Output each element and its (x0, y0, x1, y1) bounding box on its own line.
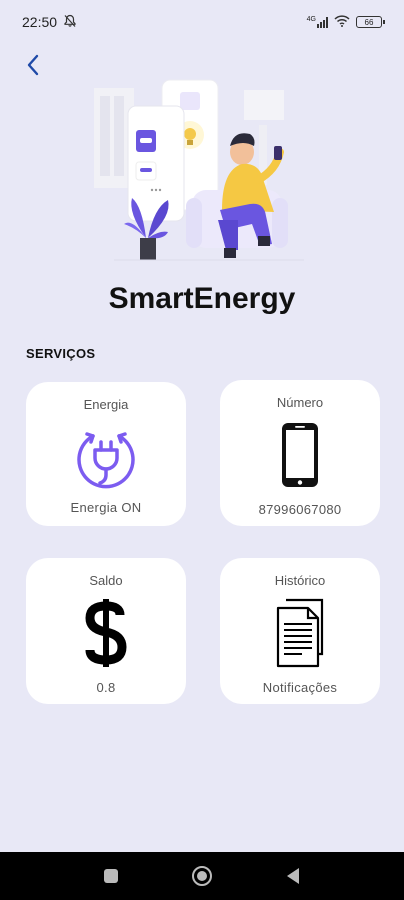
card-saldo[interactable]: Saldo 0.8 (26, 558, 186, 704)
card-value: Energia ON (70, 500, 142, 515)
hero-illustration (44, 70, 360, 270)
battery-level: 66 (364, 17, 374, 27)
card-historico[interactable]: Histórico Notificações (220, 558, 380, 704)
network-type: 4G (306, 16, 316, 23)
signal-icon: 4G (307, 16, 328, 28)
section-label-services: SERVIÇOS (26, 346, 96, 361)
home-button[interactable] (191, 865, 213, 887)
back-nav-button[interactable] (285, 867, 301, 885)
home-circle-icon (192, 866, 212, 886)
smartphone-icon (278, 420, 322, 490)
card-energia[interactable]: Energia Energia ON (26, 382, 186, 526)
triangle-back-icon (287, 868, 299, 884)
card-value: Notificações (262, 680, 338, 695)
clock: 22:50 (22, 14, 58, 30)
system-nav-bar (0, 852, 404, 900)
card-title: Histórico (274, 573, 326, 588)
wifi-icon (334, 14, 350, 30)
square-icon (104, 869, 118, 883)
status-bar: 22:50 4G 66 (0, 0, 404, 44)
power-plug-icon (73, 422, 139, 492)
battery-icon: 66 (356, 16, 385, 28)
card-value: 87996067080 (258, 502, 342, 517)
card-numero[interactable]: Número 87996067080 (220, 380, 380, 526)
card-title: Número (276, 395, 324, 410)
card-title: Energia (83, 397, 129, 412)
dollar-icon (84, 598, 128, 668)
bell-muted-icon (63, 14, 77, 31)
card-title: Saldo (89, 573, 123, 588)
chevron-left-icon (27, 54, 39, 76)
documents-icon (272, 598, 328, 668)
card-value: 0.8 (96, 680, 116, 695)
app-title: SmartEnergy (108, 282, 296, 315)
recents-button[interactable] (103, 868, 119, 884)
